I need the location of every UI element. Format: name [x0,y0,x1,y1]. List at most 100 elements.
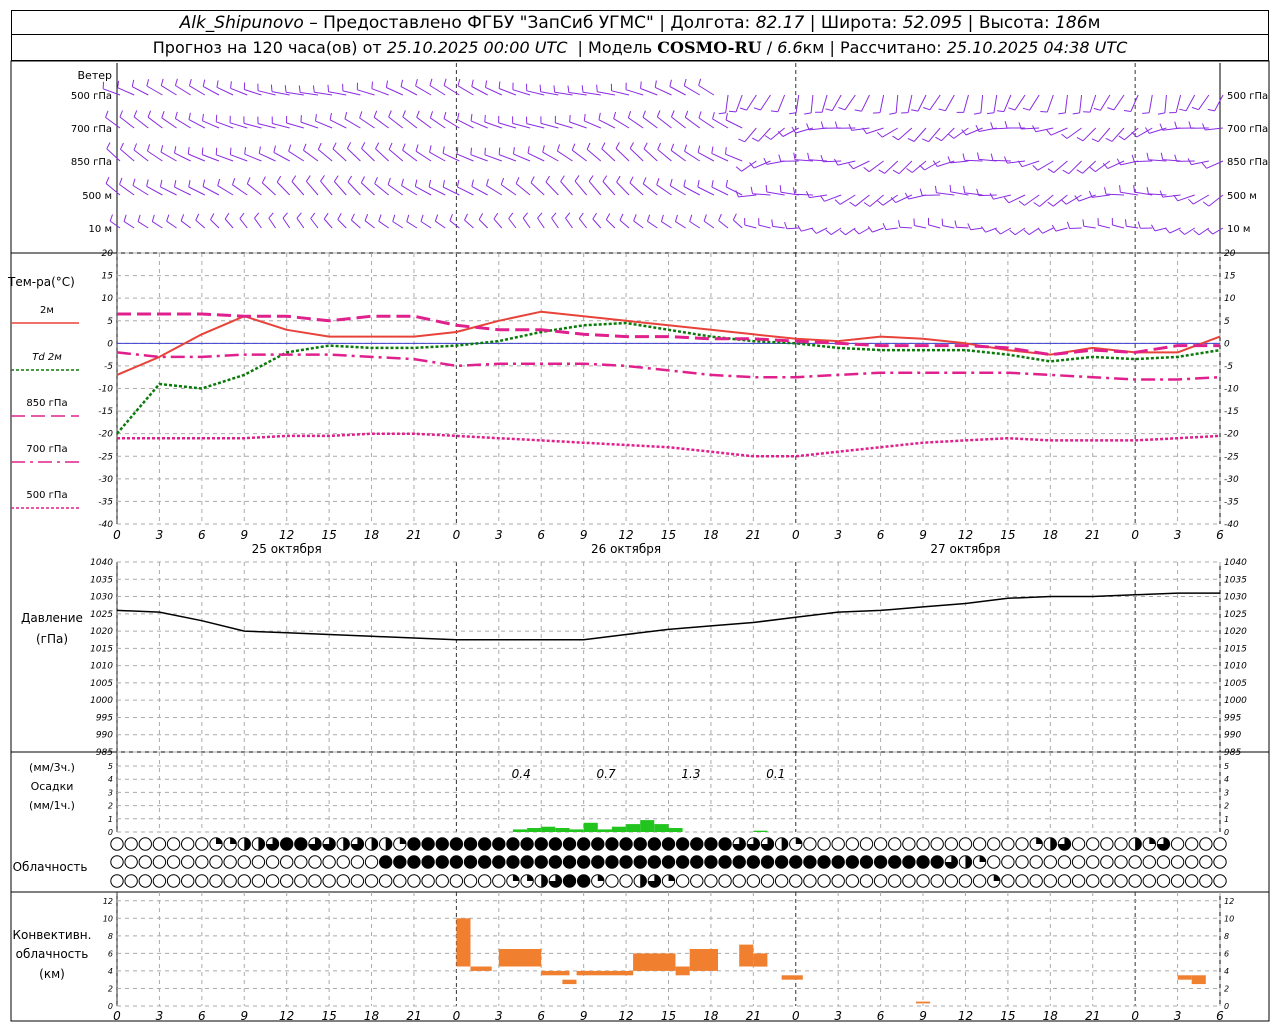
wind-barb [522,212,531,229]
conv-cloud-bar [753,953,768,967]
cloud-symbol [1029,855,1043,869]
cloud-circle [987,837,1001,851]
cloud-circle [675,837,690,851]
cloud-circle [972,837,987,851]
cloud-symbol [223,837,237,851]
precip-bar [555,828,570,832]
pres-ytick-left: 1035 [90,575,113,585]
pres-ytick-right: 1005 [1224,679,1247,689]
cloud-symbol [152,837,167,851]
wind-barb [567,85,587,96]
wind-barb [254,212,262,229]
wind-barb [429,111,446,129]
cloud-circle [378,855,393,869]
wind-barb [261,176,276,196]
cloud-symbol [803,855,817,869]
wind-barb [188,78,206,96]
cloud-symbol [407,874,421,888]
wind-barb [592,212,602,229]
time-tick-label-bottom: 9 [919,1009,927,1023]
wind-barb [753,94,771,111]
conv-unit: (км) [39,967,65,981]
temp-title: Тем-ра(°C) [7,275,75,289]
cloud-circle [619,837,633,851]
cloud-circle [1100,837,1114,851]
cloud-symbol [732,874,746,888]
cloud-symbol [336,837,350,851]
cloud-symbol [958,874,973,888]
wind-barb [569,114,587,129]
wind-barb [239,212,248,229]
wind-barb [385,80,404,96]
cloud-symbol [251,837,266,851]
wind-barb [243,82,262,96]
time-tick-label-bottom: 12 [958,1009,973,1023]
wind-barb [728,94,743,113]
cloud-circle [336,874,350,888]
cloud-circle [407,837,421,851]
cloud-fill [1135,837,1142,851]
cloud-circle [958,837,973,851]
cloud-circle [675,874,690,888]
date-label: 25 октября [252,542,322,556]
cloud-symbol [195,837,209,851]
cloud-circle [633,855,647,869]
wind-barb [174,78,191,96]
cloud-symbol [181,855,195,869]
cloud-circle [859,837,874,851]
cloud-symbol [732,855,746,869]
pres-ytick-right: 1015 [1224,644,1247,654]
cloud-symbol [987,837,1001,851]
wind-barb [1107,94,1125,111]
cloud-symbol [463,837,478,851]
cloud-circle [534,837,548,851]
cloud-symbol [831,837,845,851]
wind-barb [853,227,870,235]
wind-barb [329,112,347,129]
wind-barb [1022,94,1040,111]
time-tick-label: 3 [156,528,164,542]
cloud-symbol [1057,874,1072,888]
wind-barb [839,227,856,236]
pres-ytick-left: 1005 [90,679,113,689]
wind-barb [989,192,1011,200]
cloud-symbol [944,855,959,869]
temp-ytick-left: -10 [98,385,113,395]
wind-barb [312,85,333,96]
cloud-symbol [1057,837,1072,851]
cloud-symbol [817,874,831,888]
wind-barb [257,83,276,96]
cloud-symbol [845,855,860,869]
precip-ytick-right: 5 [1224,762,1229,771]
temp-ytick-right: 15 [1224,272,1236,282]
cloud-symbol [1199,837,1213,851]
wind-barb [174,180,191,196]
cloud-circle [124,874,138,888]
wind-barb [291,175,305,196]
time-tick-label-bottom: 6 [537,1009,545,1023]
cloud-symbol [506,837,520,851]
wind-barb [834,121,856,129]
cloud-fill [527,874,534,881]
wind-barb [305,175,319,196]
cloud-circle [393,855,407,869]
cloud-symbol [845,837,860,851]
wind-barb [646,214,658,229]
cloud-circle [435,837,449,851]
cloud-symbol [1086,874,1100,888]
cloud-symbol [1071,855,1086,869]
wind-barb [732,213,743,229]
cloud-symbol [704,837,718,851]
wind-barb [146,179,163,196]
temp-ytick-left: -5 [104,362,113,372]
wind-barb [995,227,1012,235]
cloud-symbol [308,855,322,869]
cloud-symbol [110,837,124,851]
cloud-symbol [902,837,916,851]
cloud-symbol [859,837,874,851]
wind-barb [1146,186,1167,196]
cloud-symbol [661,837,676,851]
precip-ytick-right: 4 [1224,775,1229,784]
time-tick-label: 15 [321,528,336,542]
conv-cloud-bar [633,953,676,971]
